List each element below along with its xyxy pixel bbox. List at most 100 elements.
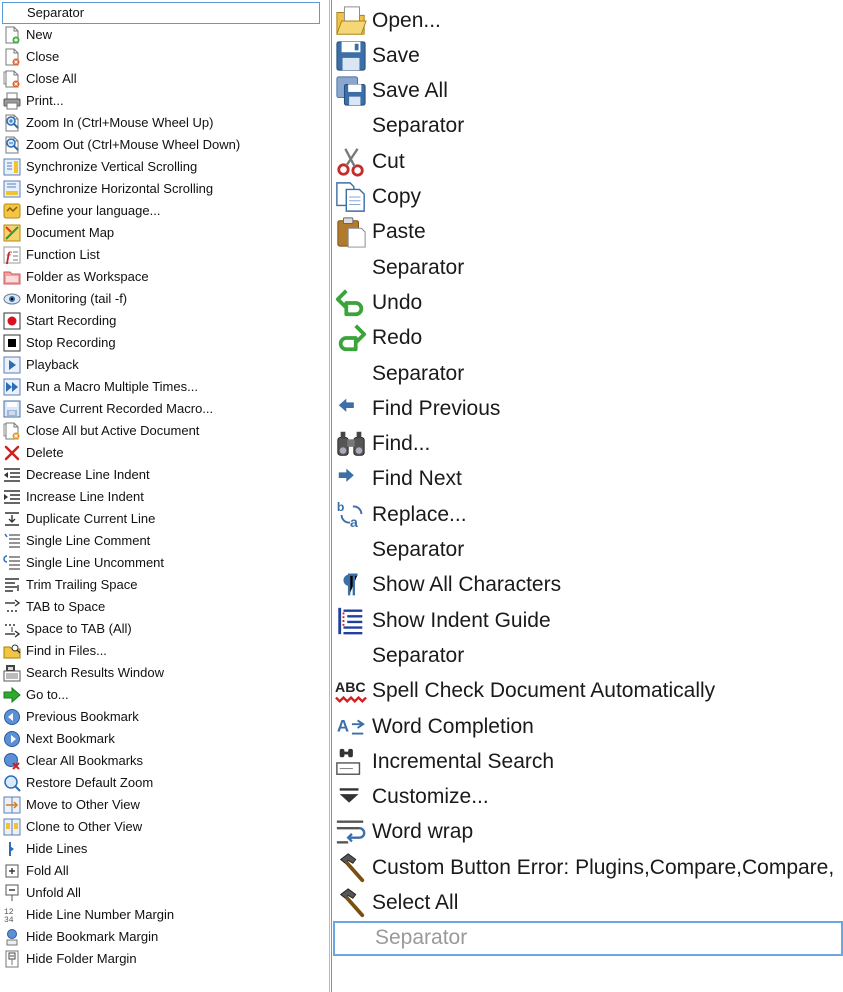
command-list-item[interactable]: Zoom Out (Ctrl+Mouse Wheel Down) [0, 134, 322, 156]
toolbar-button-item[interactable]: Open... [332, 3, 843, 38]
next-bookmark-icon [3, 730, 21, 748]
toolbar-button-item[interactable]: Save All [332, 74, 843, 109]
command-list-item[interactable]: Duplicate Current Line [0, 508, 322, 530]
toolbar-button-item[interactable]: Save [332, 38, 843, 73]
command-list-item[interactable]: Synchronize Vertical Scrolling [0, 156, 322, 178]
command-label: Separator [27, 5, 85, 20]
toolbar-button-item[interactable]: Separator [332, 250, 843, 285]
command-label: New [26, 27, 53, 42]
tab-to-space-icon [5, 599, 21, 612]
toolbar-button-item[interactable]: Find Previous [332, 391, 843, 426]
command-list-item[interactable]: Hide Lines [0, 838, 322, 860]
toolbar-button-item[interactable]: Redo [332, 321, 843, 356]
toolbar-button-item[interactable]: ABC Spell Check Document Automatically [332, 674, 843, 709]
command-list-item[interactable]: Increase Line Indent [0, 486, 322, 508]
toolbar-button-item[interactable]: Separator [332, 109, 843, 144]
command-list-item[interactable]: Fold All [0, 860, 322, 882]
toolbar-button-item[interactable]: Separator [332, 638, 843, 673]
toolbar-button-item[interactable]: Custom Button Error: Plugins,Compare,Com… [332, 850, 843, 885]
close-all-icon [3, 70, 21, 88]
toolbar-button-item[interactable]: Find... [332, 427, 843, 462]
available-commands-list[interactable]: Separator New Close Close All Print... Zoom I… [0, 0, 330, 992]
toolbar-button-item[interactable]: Separator [333, 920, 843, 956]
command-list-item[interactable]: Close [0, 46, 322, 68]
toolbar-button-item[interactable]: Show All Characters [332, 568, 843, 603]
toolbar-button-label: Show All Characters [372, 573, 562, 597]
toolbar-button-item[interactable]: Select All [332, 886, 843, 921]
command-list-item[interactable]: Previous Bookmark [0, 706, 322, 728]
command-list-item[interactable]: f Function List [0, 244, 322, 266]
command-list-item[interactable]: Single Line Uncomment [0, 552, 322, 574]
command-list-item[interactable]: Go to... [0, 684, 322, 706]
copy-icon [336, 182, 365, 212]
command-list-item[interactable]: Folder as Workspace [0, 266, 322, 288]
stop-icon [3, 334, 21, 352]
command-list-item[interactable]: TAB to Space [0, 596, 322, 618]
fold-all-icon [3, 862, 21, 880]
command-list-item[interactable]: Restore Default Zoom [0, 772, 322, 794]
command-list-item[interactable]: Delete [0, 442, 322, 464]
toolbar-button-item[interactable]: Show Indent Guide [332, 603, 843, 638]
command-list-item[interactable]: Close All but Active Document [0, 420, 322, 442]
document-map-icon [3, 224, 21, 242]
toolbar-commands-list[interactable]: Open... Save Save All Separator Cut Copy Paste… [331, 0, 843, 992]
command-label: TAB to Space [26, 599, 106, 614]
comment-icon [4, 533, 20, 548]
close-file-icon [3, 48, 21, 66]
command-list-item[interactable]: Next Bookmark [0, 728, 322, 750]
command-list-item[interactable]: Find in Files... [0, 640, 322, 662]
command-label: Duplicate Current Line [26, 511, 156, 526]
command-list-item[interactable]: Start Recording [0, 310, 322, 332]
toolbar-button-item[interactable]: Copy [332, 180, 843, 215]
toolbar-button-item[interactable]: A Word Completion [332, 709, 843, 744]
command-list-item[interactable]: Single Line Comment [0, 530, 322, 552]
command-label: Print... [26, 93, 64, 108]
command-list-item[interactable]: 12 34 Hide Line Number Margin [0, 904, 322, 926]
toolbar-button-item[interactable]: Word wrap [332, 815, 843, 850]
toolbar-button-item[interactable]: b a Replace... [332, 497, 843, 532]
command-list-item[interactable]: Hide Folder Margin [0, 948, 322, 970]
toolbar-button-item[interactable]: Paste [332, 215, 843, 250]
command-list-item[interactable]: Save Current Recorded Macro... [0, 398, 322, 420]
toolbar-button-item[interactable]: Customize... [332, 780, 843, 815]
command-list-item[interactable]: Trim Trailing Space [0, 574, 322, 596]
command-list-item[interactable]: Clone to Other View [0, 816, 322, 838]
command-list-item[interactable]: Unfold All [0, 882, 322, 904]
stop-icon [3, 334, 21, 352]
command-list-item[interactable]: Hide Bookmark Margin [0, 926, 322, 948]
toolbar-button-item[interactable]: Undo [332, 285, 843, 320]
command-list-item[interactable]: Synchronize Horizontal Scrolling [0, 178, 322, 200]
command-list-item[interactable]: Clear All Bookmarks [0, 750, 322, 772]
spell-check-icon: ABC [334, 674, 368, 708]
svg-text:a: a [350, 514, 358, 530]
unfold-all-icon [5, 884, 19, 901]
command-list-item[interactable]: Separator [2, 2, 320, 24]
command-label: Clear All Bookmarks [26, 753, 144, 768]
toolbar-button-item[interactable]: Find Next [332, 462, 843, 497]
command-list-item[interactable]: Stop Recording [0, 332, 322, 354]
command-list-item[interactable]: Define your language... [0, 200, 322, 222]
toolbar-button-label: Separator [372, 361, 465, 385]
command-list-item[interactable]: Run a Macro Multiple Times... [0, 376, 322, 398]
command-list-item[interactable]: Print... [0, 90, 322, 112]
function-list-icon: f [3, 246, 21, 264]
command-list-item[interactable]: Zoom In (Ctrl+Mouse Wheel Up) [0, 112, 322, 134]
toolbar-button-item[interactable]: Separator [332, 533, 843, 568]
delete-x-icon [3, 444, 21, 462]
command-list-item[interactable]: Document Map [0, 222, 322, 244]
command-list-item[interactable]: Close All [0, 68, 322, 90]
next-bookmark-icon [4, 731, 20, 747]
toolbar-button-item[interactable]: Separator [332, 356, 843, 391]
command-list-item[interactable]: New [0, 24, 322, 46]
command-list-item[interactable]: Move to Other View [0, 794, 322, 816]
command-list-item[interactable]: Decrease Line Indent [0, 464, 322, 486]
command-list-item[interactable]: Search Results Window [0, 662, 322, 684]
command-list-item[interactable]: Space to TAB (All) [0, 618, 322, 640]
toolbar-button-item[interactable]: Cut [332, 144, 843, 179]
replace-icon: ba [334, 498, 368, 532]
toolbar-button-item[interactable]: Incremental Search [332, 744, 843, 779]
command-label: Hide Bookmark Margin [26, 929, 159, 944]
command-list-item[interactable]: Monitoring (tail -f) [0, 288, 322, 310]
command-label: Fold All [26, 863, 69, 878]
command-list-item[interactable]: Playback [0, 354, 322, 376]
